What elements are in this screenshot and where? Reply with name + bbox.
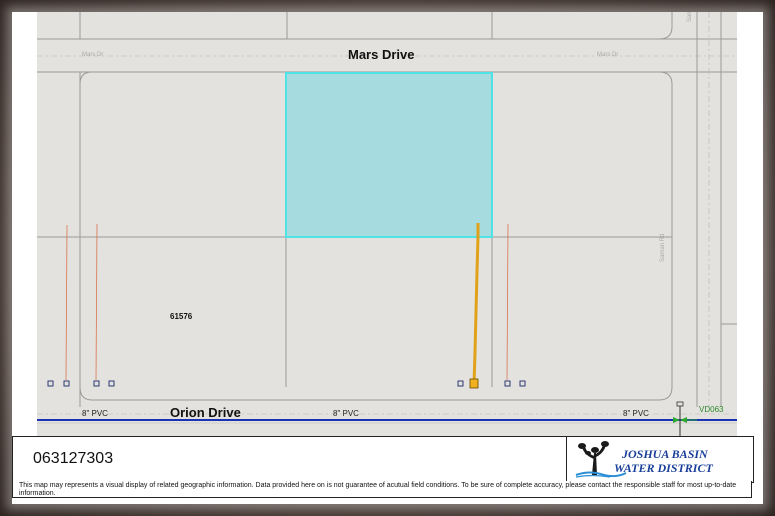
map-canvas: [37, 12, 737, 436]
joshua-tree-icon: JOSHUA BASIN WATER DISTRICT: [575, 441, 713, 478]
mars-drive-small-label: Mars Dr: [597, 52, 619, 58]
service-line-highlighted[interactable]: [472, 223, 480, 385]
mars-drive-small-label: Mars Dr: [82, 52, 104, 58]
parcel-number-label: 61576: [170, 312, 193, 321]
service-line: [65, 224, 68, 381]
apn-number: 063127303: [33, 450, 114, 467]
orion-drive-label: Orion Drive: [170, 405, 241, 420]
meter-icon: [108, 380, 115, 387]
highlighted-parcel[interactable]: [285, 72, 493, 238]
meter-icon: [93, 380, 100, 387]
disclaimer-text: This map may represents a visual display…: [12, 481, 752, 498]
pipe-label: 8" PVC: [82, 409, 108, 418]
pipe-label: 8" PVC: [333, 409, 359, 418]
mars-drive-label: Mars Drive: [348, 47, 415, 62]
saman-road-label: Saman Rd: [660, 233, 666, 262]
meter-icon: [504, 380, 511, 387]
service-line: [95, 223, 98, 381]
service-line: [506, 223, 509, 381]
meter-icon: [519, 380, 526, 387]
valve-label: VD063: [699, 405, 724, 414]
meter-box-highlighted[interactable]: [469, 378, 479, 389]
logo-line-1: JOSHUA BASIN: [621, 447, 709, 461]
logo-line-2: WATER DISTRICT: [614, 461, 713, 475]
meter-icon: [47, 380, 54, 387]
orion-drive-edge-north: [79, 386, 673, 401]
title-block-divider: [566, 437, 567, 482]
saman-road-label: Saman Rd: [687, 12, 693, 22]
meter-icon: [63, 380, 70, 387]
block-corner: [79, 71, 93, 107]
map-view[interactable]: Mars Drive Mars Dr Mars Dr Saman Rd Sama…: [37, 12, 737, 436]
pipe-label: 8" PVC: [623, 409, 649, 418]
block-corner: [658, 12, 673, 40]
meter-icon: [457, 380, 464, 387]
district-logo: JOSHUA BASIN WATER DISTRICT: [570, 439, 750, 479]
title-block: 063127303 JOSHUA BASIN WATER DISTRICT: [12, 436, 754, 483]
block-east-edge: [658, 71, 673, 387]
